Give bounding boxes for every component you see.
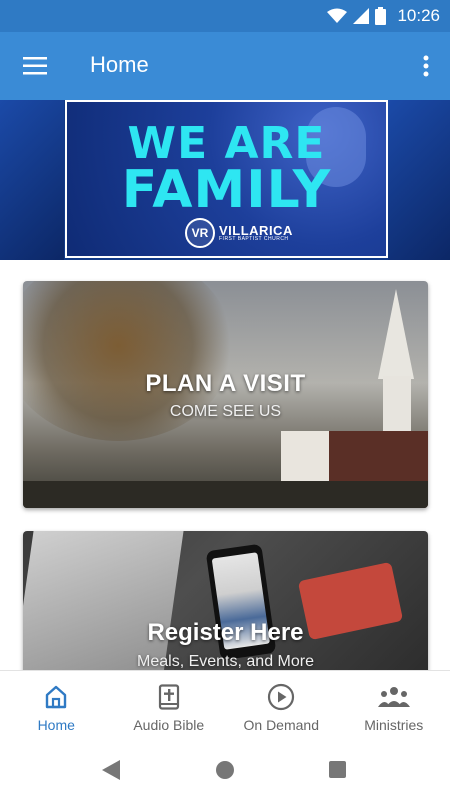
hamburger-menu-icon[interactable] xyxy=(18,50,52,82)
status-bar: 10:26 xyxy=(0,0,450,32)
nav-label: On Demand xyxy=(243,717,319,733)
signal-icon xyxy=(353,8,369,29)
play-circle-icon xyxy=(267,683,295,711)
battery-icon xyxy=(375,7,386,30)
register-here-card[interactable]: Register Here Meals, Events, and More xyxy=(23,531,428,670)
banner-artwork: WE ARE FAMILY VR VILLARICA FIRST BAPTIST… xyxy=(65,100,388,258)
laptop-image xyxy=(23,531,184,670)
bottom-navigation: Home Audio Bible On Demand Ministries xyxy=(0,670,450,740)
ground-image xyxy=(23,481,428,508)
system-navigation-bar xyxy=(0,740,450,800)
plan-a-visit-card[interactable]: PLAN A VISIT COME SEE US xyxy=(23,281,428,508)
status-time: 10:26 xyxy=(397,6,440,25)
nav-item-home[interactable]: Home xyxy=(0,671,113,740)
nav-item-ministries[interactable]: Ministries xyxy=(338,671,450,740)
page-title: Home xyxy=(90,52,149,77)
group-icon xyxy=(377,683,410,711)
nav-label: Audio Bible xyxy=(133,717,205,733)
card-title: Register Here xyxy=(147,619,304,646)
back-icon[interactable] xyxy=(102,760,120,785)
nav-label: Home xyxy=(37,717,75,733)
card-subtitle: Meals, Events, and More xyxy=(137,653,314,670)
hero-banner[interactable]: WE ARE FAMILY VR VILLARICA FIRST BAPTIST… xyxy=(0,100,450,260)
wifi-icon xyxy=(327,8,347,29)
more-vertical-icon[interactable] xyxy=(416,50,436,82)
card-subtitle: COME SEE US xyxy=(169,403,282,420)
banner-side-right xyxy=(388,100,450,260)
steeple-image xyxy=(378,289,414,379)
home-feed[interactable]: WE ARE FAMILY VR VILLARICA FIRST BAPTIST… xyxy=(0,100,450,670)
nav-item-on-demand[interactable]: On Demand xyxy=(225,671,338,740)
logo-subtitle: FIRST BAPTIST CHURCH xyxy=(219,236,289,242)
church-logo: VR VILLARICA FIRST BAPTIST CHURCH xyxy=(185,218,293,248)
logo-words: VILLARICA FIRST BAPTIST CHURCH xyxy=(219,224,293,242)
logo-mark: VR xyxy=(185,218,215,248)
card-title: PLAN A VISIT xyxy=(145,370,306,397)
banner-side-left xyxy=(0,100,64,260)
bible-icon xyxy=(158,683,180,711)
app-bar: Home xyxy=(0,32,450,100)
status-icons xyxy=(327,7,386,30)
nav-label: Ministries xyxy=(364,717,424,733)
nav-item-audio-bible[interactable]: Audio Bible xyxy=(113,671,226,740)
recents-icon[interactable] xyxy=(329,761,346,778)
home-icon xyxy=(43,683,69,711)
banner-line2: FAMILY xyxy=(121,160,332,220)
home-button-icon[interactable] xyxy=(216,761,234,779)
